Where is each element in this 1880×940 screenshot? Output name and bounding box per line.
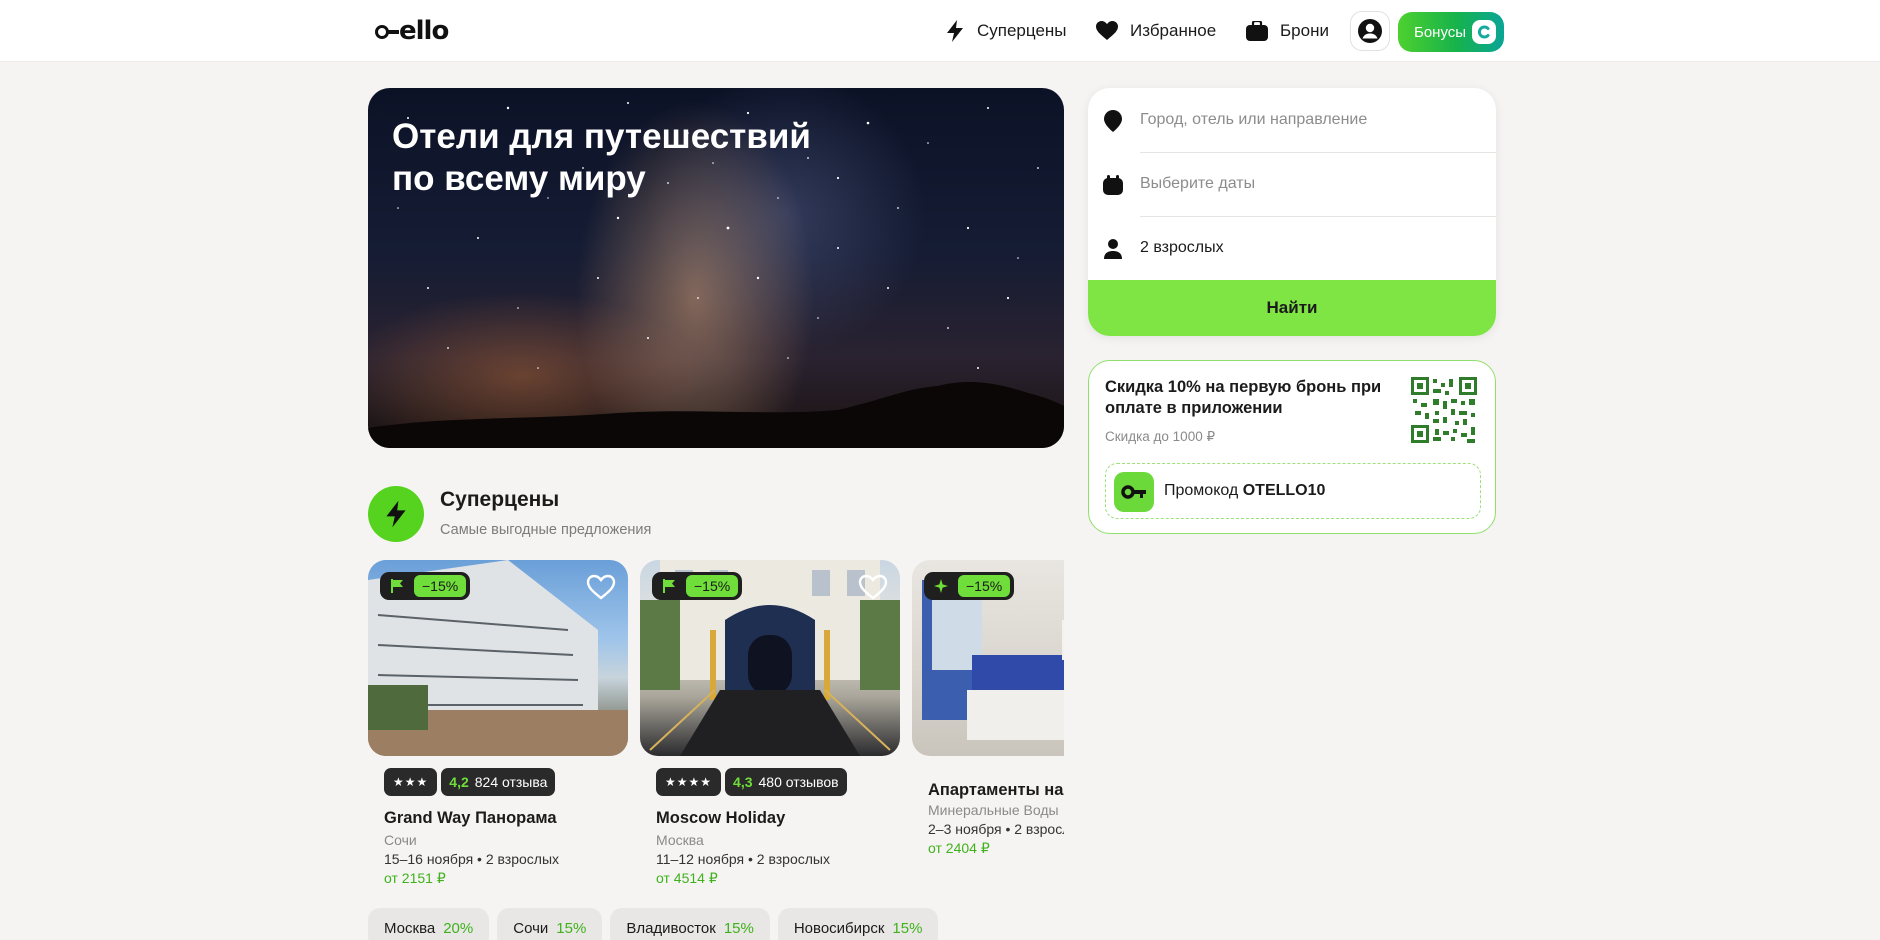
qr-code-icon bbox=[1411, 377, 1477, 443]
otello-logo[interactable]: ello bbox=[375, 16, 449, 46]
hotel-photo: −15% bbox=[640, 560, 900, 756]
destination-input[interactable]: Город, отель или направление bbox=[1140, 111, 1367, 129]
nav-bookings[interactable]: Брони bbox=[1246, 12, 1329, 50]
deal-badge: −15% bbox=[380, 572, 471, 600]
promo-subtitle: Скидка до 1000 ₽ bbox=[1105, 429, 1216, 444]
hills-silhouette bbox=[368, 382, 1064, 448]
user-avatar-icon bbox=[1358, 19, 1382, 43]
hotel-photo: −15% bbox=[368, 560, 628, 756]
promo-title: Скидка 10% на первую бронь при оплате в … bbox=[1105, 378, 1382, 417]
section-title: Суперцены bbox=[440, 488, 560, 511]
bonus-button[interactable]: Бонусы bbox=[1398, 12, 1504, 52]
nav-bookings-label: Брони bbox=[1280, 21, 1329, 40]
stars-rating: ★★★ bbox=[384, 768, 438, 796]
dates-field[interactable]: Выберите даты bbox=[1088, 152, 1496, 216]
favorite-heart-icon[interactable] bbox=[858, 574, 888, 600]
hero-title: Отели для путешествий по всему миру bbox=[392, 117, 811, 198]
profile-button[interactable] bbox=[1350, 11, 1390, 51]
sparkle-icon bbox=[934, 578, 950, 594]
dates-input[interactable]: Выберите даты bbox=[1140, 175, 1255, 193]
hotel-name: Grand Way Панорама bbox=[384, 809, 557, 827]
section-subtitle: Самые выгодные предложения bbox=[440, 522, 652, 538]
logo-text: ello bbox=[399, 16, 449, 46]
nav-favorites-label: Избранное bbox=[1130, 21, 1217, 40]
promo-card[interactable]: Скидка 10% на первую бронь при оплате в … bbox=[1088, 360, 1496, 534]
nav-superprices-label: Суперцены bbox=[977, 21, 1067, 40]
flag-icon bbox=[662, 578, 678, 594]
hotel-city: Москва bbox=[656, 832, 704, 848]
city-chip-novosibirsk[interactable]: Новосибирск 15% bbox=[777, 908, 939, 940]
favorite-heart-icon[interactable] bbox=[586, 574, 616, 600]
key-icon bbox=[1114, 472, 1154, 512]
hotel-name: Moscow Holiday bbox=[656, 809, 786, 827]
search-form: Город, отель или направление Выберите да… bbox=[1088, 88, 1496, 336]
nav-favorites[interactable]: Избранное bbox=[1096, 12, 1216, 50]
deal-badge: −15% bbox=[924, 572, 1015, 600]
hotel-price: от 2404 ₽ bbox=[928, 840, 990, 856]
hotel-card[interactable]: −15% ★★★★ 4,3 480 отзывов Moscow Holiday … bbox=[640, 560, 900, 900]
hotel-city: Минеральные Воды bbox=[928, 802, 1059, 818]
hotel-city: Сочи bbox=[384, 832, 417, 848]
review-score: 4,2 824 отзыва bbox=[441, 768, 556, 796]
rating-row: ★★★ 4,2 824 отзыва bbox=[384, 768, 556, 796]
discount-label: −15% bbox=[958, 575, 1011, 597]
city-chip-vladivostok[interactable]: Владивосток 15% bbox=[610, 908, 770, 940]
bonus-label: Бонусы bbox=[1414, 23, 1467, 41]
key-logo-icon bbox=[375, 23, 399, 39]
deals-carousel[interactable]: −15% ★★★ 4,2 824 отзыва Grand Way Панорам… bbox=[368, 560, 1064, 900]
hotel-dates: 11–12 ноября • 2 взрослых bbox=[656, 851, 830, 867]
flag-icon bbox=[390, 578, 406, 594]
hotel-photo: −15% bbox=[912, 560, 1064, 756]
destination-field[interactable]: Город, отель или направление bbox=[1088, 88, 1496, 152]
calendar-icon bbox=[1102, 174, 1124, 196]
review-score: 4,3 480 отзывов bbox=[725, 768, 847, 796]
top-header: ello Суперцены Избранное Брони Бонусы bbox=[0, 0, 1880, 62]
city-chips: Москва 20% Сочи 15% Владивосток 15% Новосиб… bbox=[368, 908, 946, 940]
heart-icon bbox=[1096, 21, 1118, 40]
promo-code-box[interactable]: Промокод OTELLO10 bbox=[1105, 463, 1481, 519]
hotel-dates: 2–3 ноября • 2 взрослых bbox=[928, 821, 1064, 837]
guests-field[interactable]: 2 взрослых bbox=[1088, 216, 1496, 280]
rating-row: ★★★★ 4,3 480 отзывов bbox=[656, 768, 847, 796]
hotel-card[interactable]: −15% ★★★ 4,2 824 отзыва Grand Way Панорам… bbox=[368, 560, 628, 900]
lightning-icon bbox=[947, 20, 963, 42]
promo-code-value: OTELLO10 bbox=[1242, 482, 1326, 499]
lightning-icon bbox=[368, 486, 424, 542]
nav-superprices[interactable]: Суперцены bbox=[945, 12, 1067, 50]
city-chip-sochi[interactable]: Сочи 15% bbox=[497, 908, 603, 940]
discount-label: −15% bbox=[414, 575, 467, 597]
hotel-name: Апартаменты на bbox=[928, 781, 1064, 799]
suitcase-icon bbox=[1246, 21, 1268, 41]
city-chip-moscow[interactable]: Москва 20% bbox=[368, 908, 490, 940]
bonus-coin-icon bbox=[1472, 20, 1496, 44]
hotel-price: от 2151 ₽ bbox=[384, 870, 446, 886]
location-pin-icon bbox=[1102, 110, 1124, 132]
hero-banner: Отели для путешествий по всему миру bbox=[368, 88, 1064, 448]
hotel-card[interactable]: −15% Апартаменты на Минеральные Воды 2–3… bbox=[912, 560, 1064, 900]
person-icon bbox=[1102, 238, 1124, 260]
hotel-price: от 4514 ₽ bbox=[656, 870, 718, 886]
promo-code-text: Промокод OTELLO10 bbox=[1164, 482, 1326, 499]
hotel-dates: 15–16 ноября • 2 взрослых bbox=[384, 851, 560, 867]
guests-value[interactable]: 2 взрослых bbox=[1140, 239, 1224, 257]
find-button[interactable]: Найти bbox=[1088, 280, 1496, 336]
deal-badge: −15% bbox=[652, 572, 743, 600]
discount-label: −15% bbox=[686, 575, 739, 597]
stars-rating: ★★★★ bbox=[656, 768, 722, 796]
